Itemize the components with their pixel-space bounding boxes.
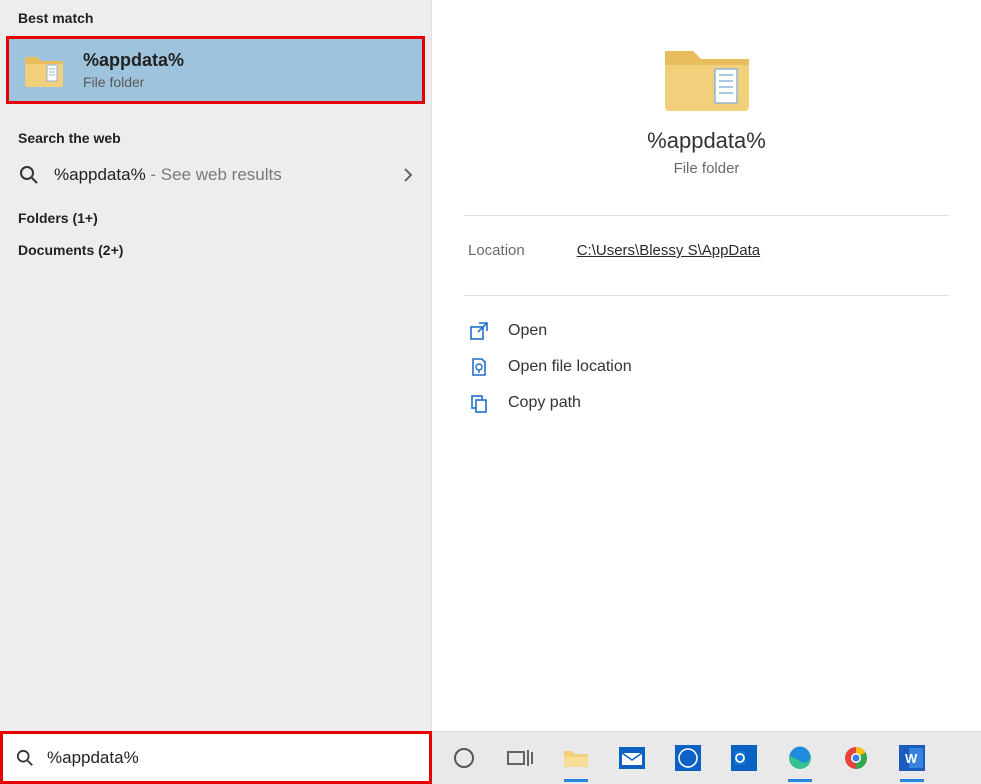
search-web-heading: Search the web	[0, 112, 431, 154]
task-view-icon[interactable]	[506, 744, 534, 772]
search-icon	[18, 164, 40, 186]
svg-text:W: W	[905, 751, 918, 766]
action-label: Open file location	[508, 358, 632, 376]
cortana-icon[interactable]	[450, 744, 478, 772]
copy-path-icon	[468, 392, 490, 414]
mail-icon[interactable]	[618, 744, 646, 772]
edge-icon[interactable]	[786, 744, 814, 772]
location-label: Location	[468, 242, 525, 259]
open-location-icon	[468, 356, 490, 378]
word-icon[interactable]: W	[898, 744, 926, 772]
best-match-result[interactable]: %appdata% File folder	[6, 36, 425, 104]
search-results-pane: Best match %appdata% File folder	[0, 0, 432, 731]
open-file-location-action[interactable]: Open file location	[468, 356, 945, 378]
outlook-icon[interactable]	[730, 744, 758, 772]
preview-title: %appdata%	[647, 128, 766, 154]
dell-icon[interactable]	[674, 744, 702, 772]
file-explorer-icon[interactable]	[562, 744, 590, 772]
best-match-heading: Best match	[0, 0, 431, 34]
divider	[464, 295, 949, 296]
preview-pane: %appdata% File folder Location C:\Users\…	[432, 0, 981, 731]
chrome-icon[interactable]	[842, 744, 870, 772]
best-match-title: %appdata%	[83, 50, 184, 71]
web-result-label: %appdata% - See web results	[54, 165, 282, 185]
copy-path-action[interactable]: Copy path	[468, 392, 945, 414]
search-icon	[15, 748, 35, 768]
folder-icon	[660, 38, 754, 116]
location-path-link[interactable]: C:\Users\Blessy S\AppData	[577, 242, 760, 259]
documents-heading[interactable]: Documents (2+)	[0, 232, 431, 264]
best-match-subtitle: File folder	[83, 74, 184, 90]
action-label: Copy path	[508, 394, 581, 412]
open-action[interactable]: Open	[468, 320, 945, 342]
chevron-right-icon	[403, 167, 413, 183]
search-input[interactable]	[47, 748, 417, 768]
action-label: Open	[508, 322, 547, 340]
preview-subtitle: File folder	[674, 160, 740, 177]
web-search-result[interactable]: %appdata% - See web results	[0, 154, 431, 196]
open-icon	[468, 320, 490, 342]
search-box[interactable]	[0, 731, 432, 784]
folders-heading[interactable]: Folders (1+)	[0, 196, 431, 232]
taskbar: W	[432, 731, 981, 784]
folder-icon	[23, 49, 65, 91]
